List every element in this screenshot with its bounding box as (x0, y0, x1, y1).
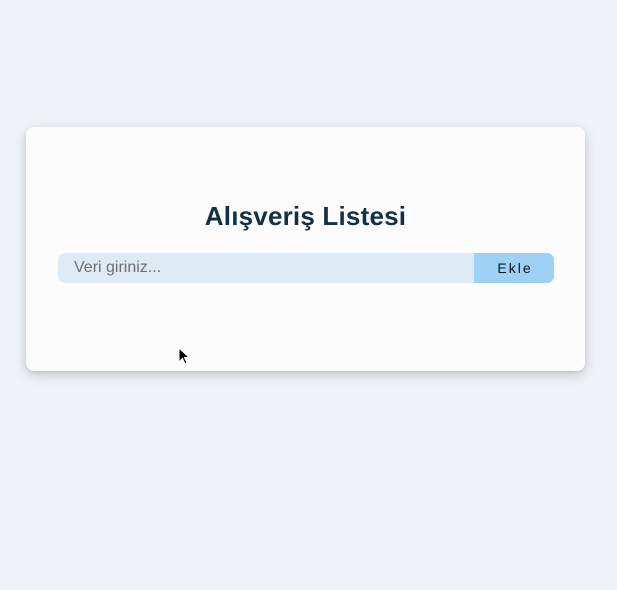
item-input[interactable] (58, 253, 474, 283)
add-item-form: Ekle (58, 253, 554, 283)
page: Alışveriş Listesi Ekle (0, 0, 617, 590)
shopping-list-card: Alışveriş Listesi Ekle (26, 127, 585, 371)
add-button[interactable]: Ekle (474, 253, 554, 283)
mouse-pointer-icon (178, 347, 190, 365)
page-title: Alışveriş Listesi (204, 201, 407, 231)
